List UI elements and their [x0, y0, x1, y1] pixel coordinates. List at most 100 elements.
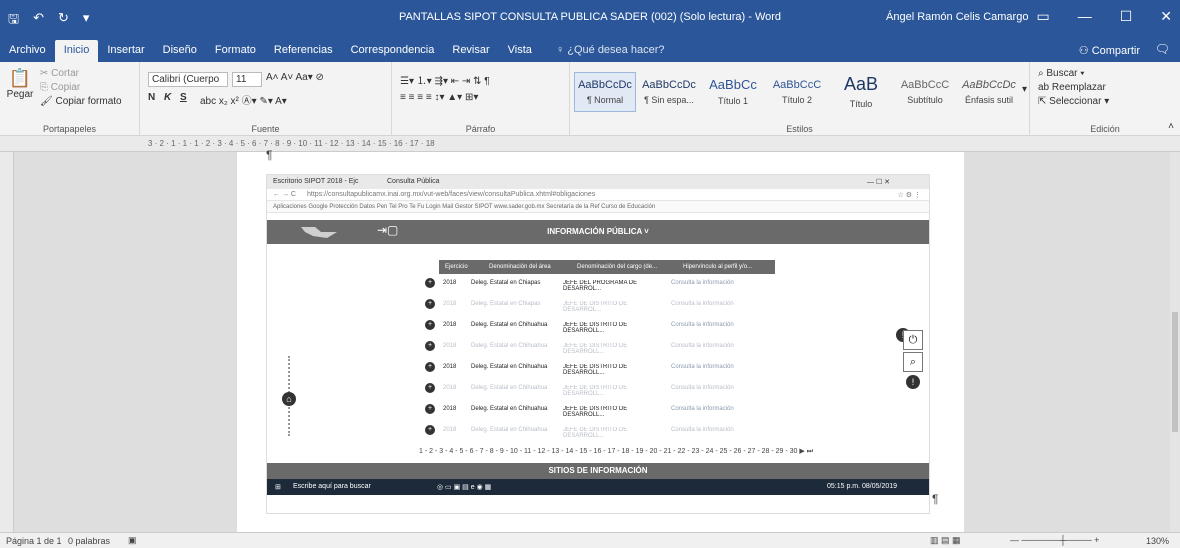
word-count[interactable]: 0 palabras	[68, 536, 110, 546]
proofing-icon[interactable]: ▣	[128, 535, 137, 546]
table-row[interactable]: +2018 Deleg. Estatal en Chiapas JEFE DE DI…	[417, 297, 777, 315]
find-button[interactable]: ⌕ Buscar ▾	[1038, 68, 1085, 79]
tab-formato[interactable]: Formato	[206, 40, 265, 62]
style-normal[interactable]: AaBbCcDc ¶ Normal	[574, 72, 636, 112]
tell-me-box[interactable]: ♀ ¿Qué desea hacer?	[547, 40, 674, 62]
paragraph-mark: ¶	[266, 148, 273, 162]
cell-cargo: JEFE DE DISTRITO DE DESARROLL...	[563, 427, 628, 439]
copy-button[interactable]: ⎘ Copiar	[40, 82, 80, 93]
cell-link[interactable]: Consulta la información	[671, 406, 734, 412]
minimize-icon[interactable]: —	[1078, 8, 1092, 25]
cell-link[interactable]: Consulta la información	[671, 301, 734, 307]
style-titulo-2[interactable]: AaBbCcC Título 2	[766, 72, 828, 112]
bold-button[interactable]: N	[148, 92, 155, 103]
cell-year: 2018	[443, 427, 457, 433]
cell-year: 2018	[443, 280, 457, 286]
table-row[interactable]: +2018 Deleg. Estatal en Chihuahua JEFE DE …	[417, 339, 777, 357]
user-name[interactable]: Ángel Ramón Celis Camargo	[886, 11, 1028, 23]
select-button[interactable]: ⇱ Seleccionar ▾	[1038, 96, 1109, 107]
style-name: Título 1	[717, 96, 748, 106]
bullets-icon[interactable]: ☰▾ ⒈▾ ⇶▾ ⇤ ⇥ ⇅ ¶	[400, 72, 490, 87]
table-row[interactable]: +2018 Deleg. Estatal en Chihuahua JEFE DE …	[417, 423, 777, 441]
expand-row-icon[interactable]: +	[425, 362, 435, 372]
collapse-ribbon-icon[interactable]: ˄	[1168, 121, 1174, 132]
zoom-level[interactable]: 130%	[1146, 536, 1169, 546]
ribbon-display-icon[interactable]: ▭	[1036, 8, 1049, 25]
scroll-thumb[interactable]	[1172, 312, 1178, 432]
italic-button[interactable]: K	[164, 92, 171, 103]
column-header: Hipervínculo al perfil y/o...	[683, 264, 753, 270]
table-row[interactable]: +2018 Deleg. Estatal en Chihuahua JEFE DE …	[417, 360, 777, 378]
expand-row-icon[interactable]: +	[425, 425, 435, 435]
tab-diseno[interactable]: Diseño	[154, 40, 206, 62]
cell-area: Deleg. Estatal en Chihuahua	[471, 385, 548, 391]
close-icon[interactable]: ✕	[1160, 8, 1172, 25]
tab-insertar[interactable]: Insertar	[98, 40, 153, 62]
style-sin-espaciado[interactable]: AaBbCcDc ¶ Sin espa...	[638, 72, 700, 112]
tab-inicio[interactable]: Inicio	[54, 40, 99, 62]
tab-vista[interactable]: Vista	[499, 40, 541, 62]
format-painter-button[interactable]: 🖌 Copiar formato	[40, 96, 122, 107]
view-mode-icons[interactable]: ▥ ▤ ▦	[930, 535, 961, 546]
styles-more-icon[interactable]: ▾	[1022, 84, 1027, 95]
cell-year: 2018	[443, 343, 457, 349]
expand-row-icon[interactable]: +	[425, 383, 435, 393]
expand-row-icon[interactable]: +	[425, 320, 435, 330]
cell-link[interactable]: Consulta la información	[671, 364, 734, 370]
style-subtitulo[interactable]: AaBbCcC Subtítulo	[894, 72, 956, 112]
style-enfasis-sutil[interactable]: AaBbCcDc Énfasis sutil	[958, 72, 1020, 112]
paste-icon: 📋	[8, 68, 32, 88]
grow-font-icon[interactable]: A˄ A˅ Aa▾ ⊘	[266, 72, 324, 83]
embedded-screenshot[interactable]: Escritorio SIPOT 2018 - Ejc Consulta Púb…	[266, 174, 930, 514]
table-row[interactable]: +2018 Deleg. Estatal en Chiapas JEFE DEL P…	[417, 276, 777, 294]
expand-row-icon[interactable]: +	[425, 299, 435, 309]
style-preview: AaBbCcDc	[578, 79, 632, 91]
tab-archivo[interactable]: Archivo	[0, 40, 55, 62]
vertical-ruler[interactable]	[0, 152, 14, 532]
clipboard-group-label: Portapapeles	[42, 124, 97, 134]
browser-url-bar: ← → C https://consultapublicamx.inai.org…	[267, 189, 929, 201]
style-preview: AaBbCcDc	[642, 79, 696, 91]
paste-label: Pegar	[6, 89, 34, 100]
cut-button[interactable]: ✂ Cortar	[40, 68, 79, 79]
windows-taskbar: ⊞ Escribe aquí para buscar ◎ ▭ ▣ ▤ e ◉ ▦…	[267, 479, 929, 495]
cell-cargo: JEFE DE DISTRITO DE DESARROL...	[563, 301, 628, 313]
replace-button[interactable]: ab Reemplazar	[1038, 82, 1106, 93]
tab-correspondencia[interactable]: Correspondencia	[342, 40, 444, 62]
title-bar: 🖫 ↶ ↻ ▾ PANTALLAS SIPOT CONSULTA PUBLICA…	[0, 0, 1180, 36]
comment-icon[interactable]: 🗨	[1155, 42, 1170, 56]
scroll-handle-icon: ⌂	[282, 392, 296, 406]
taskbar-search-text: Escribe aquí para buscar	[293, 483, 371, 490]
cell-link[interactable]: Consulta la información	[671, 322, 734, 328]
expand-row-icon[interactable]: +	[425, 278, 435, 288]
cell-link[interactable]: Consulta la información	[671, 343, 734, 349]
cell-link[interactable]: Consulta la información	[671, 385, 734, 391]
tab-revisar[interactable]: Revisar	[443, 40, 498, 62]
strikethrough-icon[interactable]: abc x₂ x² Ⓐ▾ ✎▾ A▾	[200, 92, 287, 107]
paste-button[interactable]: 📋 Pegar	[6, 68, 34, 100]
vertical-scrollbar[interactable]	[1170, 152, 1180, 532]
zoom-slider[interactable]: — ──────┼──── +	[1010, 535, 1099, 545]
share-button[interactable]: ⚇ Compartir	[1079, 44, 1140, 57]
status-bar: Página 1 de 1 0 palabras ▣ ▥ ▤ ▦ — ─────…	[0, 532, 1180, 548]
style-titulo[interactable]: AaB Título	[830, 72, 892, 112]
expand-row-icon[interactable]: +	[425, 404, 435, 414]
horizontal-ruler[interactable]: 3 · 2 · 1 · 1 · 1 · 2 · 3 · 4 · 5 · 6 · …	[0, 136, 1180, 152]
expand-row-icon[interactable]: +	[425, 341, 435, 351]
font-size-select[interactable]: 11	[232, 72, 262, 87]
page-count[interactable]: Página 1 de 1	[6, 536, 62, 546]
cell-cargo: JEFE DE DISTRITO DE DESARROLL...	[563, 322, 628, 334]
tab-referencias[interactable]: Referencias	[265, 40, 342, 62]
table-row[interactable]: +2018 Deleg. Estatal en Chihuahua JEFE DE …	[417, 381, 777, 399]
style-titulo-1[interactable]: AaBbCc Título 1	[702, 72, 764, 112]
align-left-icon[interactable]: ≡ ≡ ≡ ≡ ↕▾ ▲▾ ⊞▾	[400, 92, 478, 103]
table-row[interactable]: +2018 Deleg. Estatal en Chihuahua JEFE DE …	[417, 402, 777, 420]
underline-button[interactable]: S	[180, 92, 187, 103]
maximize-icon[interactable]: ☐	[1120, 8, 1133, 25]
tell-me-text: ¿Qué desea hacer?	[567, 44, 665, 56]
sipot-header: ⇥▢ INFORMACIÓN PÚBLICA ˅	[267, 220, 929, 244]
table-row[interactable]: +2018 Deleg. Estatal en Chihuahua JEFE DE …	[417, 318, 777, 336]
font-name-select[interactable]: Calibri (Cuerpo	[148, 72, 228, 87]
cell-link[interactable]: Consulta la información	[671, 280, 734, 286]
cell-link[interactable]: Consulta la información	[671, 427, 734, 433]
